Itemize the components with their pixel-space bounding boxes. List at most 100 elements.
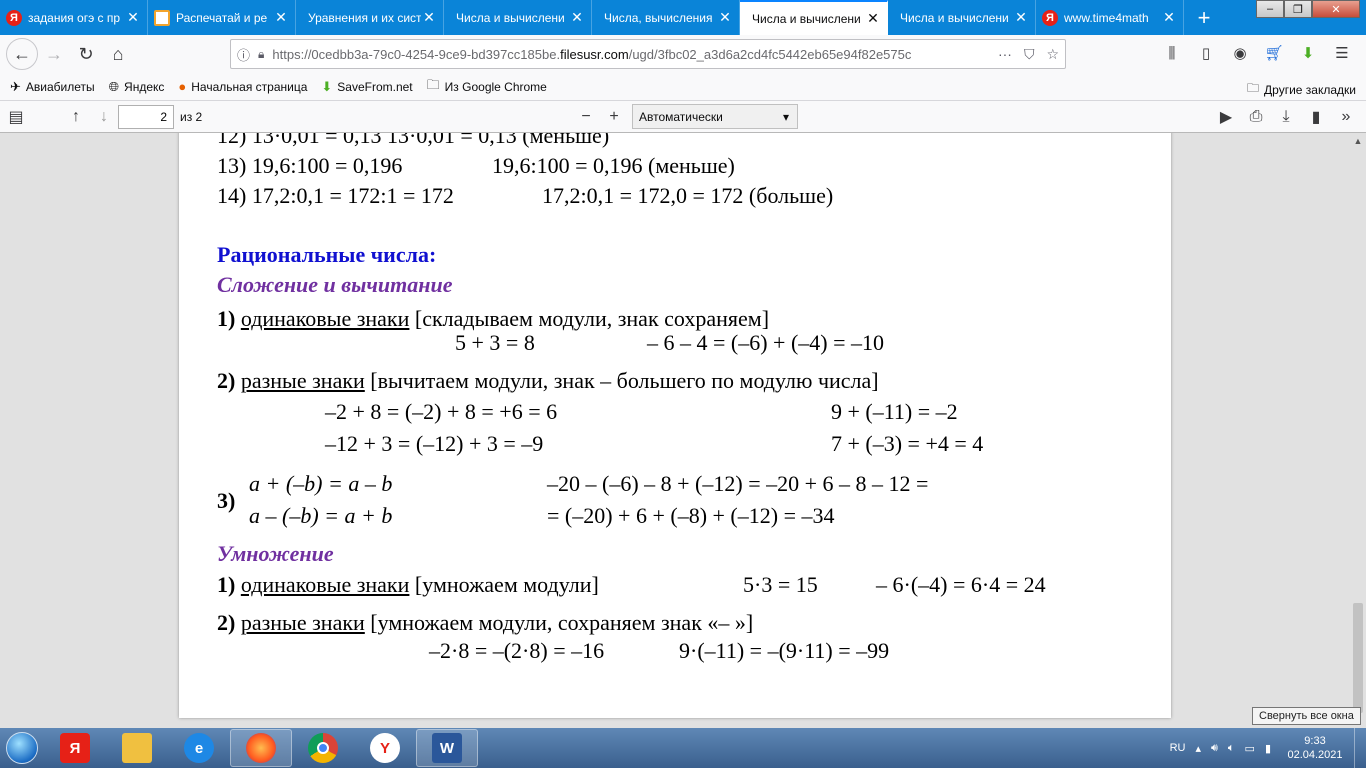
yandex-browser-icon: Y bbox=[370, 733, 400, 763]
pdf-viewer[interactable]: 12) 13·0,01 = 0,13 13·0,01 = 0,13 (меньш… bbox=[0, 133, 1366, 728]
battery-icon[interactable]: ▭ bbox=[1245, 742, 1255, 755]
tab-6-active[interactable]: Числа и вычислени ✕ bbox=[740, 0, 888, 35]
tab-title: Числа и вычислени bbox=[752, 11, 861, 26]
taskbar-ie[interactable]: e bbox=[168, 729, 230, 767]
tab-title: www.time4math bbox=[1064, 10, 1149, 25]
show-desktop-button[interactable] bbox=[1354, 728, 1366, 768]
zoom-in-icon[interactable]: + bbox=[600, 103, 628, 131]
sidebar-toggle-icon[interactable]: ▤ bbox=[2, 103, 30, 131]
page-info-icon[interactable]: ⓘ bbox=[237, 45, 250, 64]
bookmark-icon[interactable]: ▮ bbox=[1302, 103, 1330, 131]
close-tab-icon[interactable]: ✕ bbox=[1013, 9, 1029, 26]
tab-7[interactable]: Числа и вычислени ✕ bbox=[888, 0, 1036, 35]
speaker-icon[interactable]: 🔊︎ bbox=[1211, 742, 1218, 755]
download-arrow-icon[interactable]: ⬇ bbox=[1294, 39, 1322, 67]
presentation-icon[interactable]: ▶ bbox=[1212, 103, 1240, 131]
volume-icon[interactable]: 🔈︎ bbox=[1228, 742, 1235, 755]
zoom-select[interactable]: Автоматически ▾ bbox=[632, 104, 798, 129]
previous-page-icon[interactable]: ↑ bbox=[62, 103, 90, 131]
other-bookmarks[interactable]: 🗀 Другие закладки bbox=[1247, 79, 1356, 100]
yandex-icon: Я bbox=[60, 733, 90, 763]
close-tab-icon[interactable]: ✕ bbox=[569, 9, 585, 26]
document-icon bbox=[154, 9, 170, 26]
tab-1[interactable]: Я задания огэ с пр ✕ bbox=[0, 0, 148, 35]
close-tab-icon[interactable]: ✕ bbox=[421, 9, 437, 26]
bookmark-yandex[interactable]: 🌐︎ Яндекс bbox=[109, 79, 165, 95]
rule-1-example-2: – 6 – 4 = (–6) + (–4) = –10 bbox=[647, 330, 885, 355]
scrollbar-thumb[interactable] bbox=[1353, 603, 1363, 713]
rule-3-formula-2: a – (–b) = a + b bbox=[249, 503, 393, 528]
vertical-scrollbar[interactable]: ▲ bbox=[1350, 133, 1366, 728]
tray-arrow-icon[interactable]: ▴ bbox=[1195, 742, 1201, 755]
tab-title: Числа и вычислени bbox=[900, 10, 1009, 25]
language-indicator[interactable]: RU bbox=[1170, 742, 1186, 754]
cart-icon[interactable]: 🛒︎ bbox=[1260, 39, 1288, 67]
next-page-icon[interactable]: ↓ bbox=[90, 103, 118, 131]
url-text[interactable]: https://0cedbb3a-79c0-4254-9ce9-bd397cc1… bbox=[272, 47, 998, 62]
network-icon[interactable]: ▮ bbox=[1265, 742, 1271, 755]
tab-8[interactable]: Я www.time4math ✕ bbox=[1036, 0, 1184, 35]
internet-explorer-icon: e bbox=[184, 733, 214, 763]
tooltip: Свернуть все окна bbox=[1252, 707, 1361, 725]
page-actions-icon[interactable]: ··· bbox=[998, 46, 1012, 63]
tab-5[interactable]: Числа, вычисления ✕ bbox=[592, 0, 740, 35]
tab-title: задания огэ с пр bbox=[28, 10, 121, 25]
zoom-out-icon[interactable]: − bbox=[572, 103, 600, 131]
tab-title: Распечатай и ре bbox=[176, 10, 268, 25]
back-icon[interactable]: ← bbox=[6, 38, 38, 70]
bookmark-avia[interactable]: ✈ Авиабилеты bbox=[10, 79, 95, 95]
pdf-toolbar-right: ▶ ⎙ ⤓ ▮ » bbox=[1212, 103, 1360, 131]
globe-icon: 🌐︎ bbox=[108, 78, 120, 94]
taskbar-firefox[interactable] bbox=[230, 729, 292, 767]
close-tab-icon[interactable]: ✕ bbox=[273, 9, 289, 26]
scroll-up-icon[interactable]: ▲ bbox=[1350, 133, 1366, 149]
system-tray: RU ▴ 🔊︎ 🔈︎ ▭ ▮ 9:33 02.04.2021 bbox=[1165, 728, 1366, 768]
reload-icon[interactable]: ↻ bbox=[70, 38, 102, 70]
save-icon[interactable]: ⤓ bbox=[1272, 103, 1300, 131]
taskbar-explorer[interactable] bbox=[106, 729, 168, 767]
folder-icon bbox=[122, 733, 152, 763]
library-icon[interactable]: ⫼ bbox=[1158, 39, 1186, 67]
lock-icon: 🔒︎ bbox=[258, 46, 265, 61]
url-bar[interactable]: ⓘ 🔒︎ https://0cedbb3a-79c0-4254-9ce9-bd3… bbox=[230, 39, 1066, 69]
account-icon[interactable]: ◉ bbox=[1226, 39, 1254, 67]
close-tab-icon[interactable]: ✕ bbox=[125, 9, 141, 26]
tab-2[interactable]: Распечатай и ре ✕ bbox=[148, 0, 296, 35]
clock[interactable]: 9:33 02.04.2021 bbox=[1276, 734, 1354, 762]
bookmark-star-icon[interactable]: ☆ bbox=[1046, 46, 1059, 63]
start-button[interactable] bbox=[0, 728, 44, 768]
tab-4[interactable]: Числа и вычислени ✕ bbox=[444, 0, 592, 35]
bookmark-start-page[interactable]: ● Начальная страница bbox=[178, 79, 307, 94]
heading-addition: Сложение и вычитание bbox=[217, 272, 453, 297]
taskbar-word[interactable]: W bbox=[416, 729, 478, 767]
mul-rule-2-example-2: 9·(–11) = –(9·11) = –99 bbox=[679, 638, 890, 663]
menu-icon[interactable]: ☰ bbox=[1328, 39, 1356, 67]
maximize-icon[interactable]: ❐ bbox=[1284, 0, 1312, 18]
new-tab-button[interactable]: + bbox=[1184, 0, 1224, 35]
home-icon[interactable]: ⌂ bbox=[102, 38, 134, 70]
bookmark-savefrom[interactable]: ⬇ SaveFrom.net bbox=[321, 79, 412, 95]
doc-line-13a: 13) 19,6:100 = 0,196 bbox=[217, 153, 403, 178]
tab-3[interactable]: Уравнения и их сист ✕ bbox=[296, 0, 444, 35]
page-number-input[interactable] bbox=[118, 104, 174, 129]
yandex-icon: Я bbox=[6, 9, 22, 26]
taskbar-yandex-browser[interactable]: Y bbox=[354, 729, 416, 767]
doc-line-14a: 14) 17,2:0,1 = 172:1 = 172 bbox=[217, 183, 454, 208]
close-window-icon[interactable]: ✕ bbox=[1312, 0, 1360, 18]
rule-3-example-1: –20 – (–6) – 8 + (–12) = –20 + 6 – 8 – 1… bbox=[547, 471, 929, 496]
rule-1-example-1: 5 + 3 = 8 bbox=[455, 330, 535, 355]
sidebar-icon[interactable]: ▯ bbox=[1192, 39, 1220, 67]
bookmark-from-chrome[interactable]: 🗀 Из Google Chrome bbox=[427, 76, 547, 98]
forward-icon[interactable]: → bbox=[38, 38, 70, 70]
taskbar-yandex[interactable]: Я bbox=[44, 729, 106, 767]
folder-icon: 🗀 bbox=[1247, 81, 1260, 95]
close-tab-icon[interactable]: ✕ bbox=[1161, 9, 1177, 26]
minimize-icon[interactable]: – bbox=[1256, 0, 1284, 18]
print-icon[interactable]: ⎙ bbox=[1242, 103, 1270, 131]
rule-3-formula-1: a + (–b) = a – b bbox=[249, 471, 393, 496]
taskbar-chrome[interactable] bbox=[292, 729, 354, 767]
pocket-icon[interactable]: ⛉ bbox=[1024, 46, 1035, 63]
close-tab-icon[interactable]: ✕ bbox=[717, 9, 733, 26]
close-tab-icon[interactable]: ✕ bbox=[865, 10, 881, 27]
tools-icon[interactable]: » bbox=[1332, 103, 1360, 131]
